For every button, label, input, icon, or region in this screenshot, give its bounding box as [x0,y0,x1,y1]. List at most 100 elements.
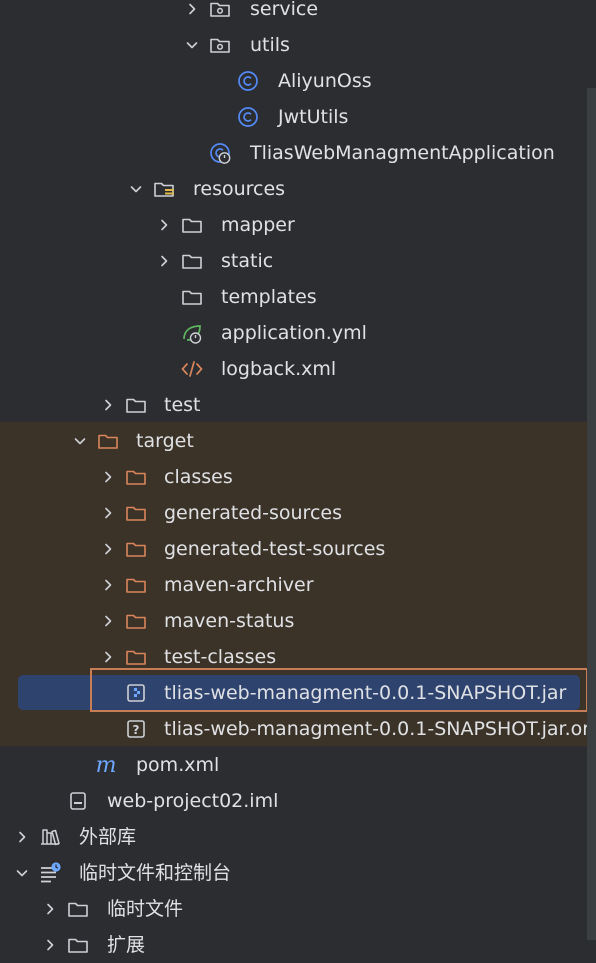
tree-item-label: mapper [221,214,295,236]
chevron-right-icon[interactable] [98,603,118,639]
tree-row-test[interactable]: test [0,387,596,423]
tree-item-label: service [250,0,319,20]
tree-row-utils[interactable]: utils [0,27,596,63]
iml-file-icon [65,783,91,819]
tree-item-label: web-project02.iml [107,790,279,812]
tree-row-generated-sources[interactable]: generated-sources [0,495,596,531]
spring-boot-class-icon [207,135,233,171]
tree-row-cjk-23[interactable]: 外部库 [0,819,596,855]
tree-row-target[interactable]: target [0,423,596,459]
folder-icon [123,387,149,423]
spring-config-icon [179,315,205,351]
chevron-right-icon[interactable] [154,207,174,243]
excluded-folder-icon [95,423,121,459]
svg-text:m: m [96,753,117,778]
tree-row-mapper[interactable]: mapper [0,207,596,243]
tree-item-label: tlias-web-managment-0.0.1-SNAPSHOT.jar [164,682,567,704]
tree-row-templates[interactable]: templates [0,279,596,315]
folder-icon [179,279,205,315]
tree-row-cjk-25[interactable]: 临时文件 [0,891,596,927]
svg-text:?: ? [133,723,140,737]
xml-file-icon [179,351,205,387]
package-folder-icon [207,0,233,27]
chevron-down-icon[interactable] [182,27,202,63]
tree-row-tliaswebmanagmentapplication[interactable]: TliasWebManagmentApplication [0,135,596,171]
tree-row-logback-xml[interactable]: logback.xml [0,351,596,387]
scratches-icon [37,855,63,891]
chevron-right-icon[interactable] [98,459,118,495]
tree-item-label: TliasWebManagmentApplication [250,142,555,164]
tree-item-label: application.yml [221,322,367,344]
tree-item-label: tlias-web-managment-0.0.1-SNAPSHOT.jar.o… [164,718,596,740]
jar-file-icon [123,675,149,711]
chevron-right-icon[interactable] [98,531,118,567]
tree-item-label: pom.xml [136,754,220,776]
folder-icon [65,891,91,927]
chevron-right-icon[interactable] [98,495,118,531]
tree-row-test-classes[interactable]: test-classes [0,639,596,675]
tree-item-label: JwtUtils [278,106,349,128]
tree-item-label: test-classes [164,646,277,668]
tree-item-label: static [221,250,274,272]
tree-row-application-yml[interactable]: application.yml [0,315,596,351]
package-folder-icon [207,27,233,63]
excluded-folder-icon [123,567,149,603]
tree-row-cjk-26[interactable]: 扩展 [0,927,596,963]
resources-folder-icon [151,171,177,207]
chevron-right-icon[interactable] [12,819,32,855]
folder-icon [65,927,91,963]
tree-row-service[interactable]: service [0,0,596,27]
tree-row-generated-test-sources[interactable]: generated-test-sources [0,531,596,567]
folder-icon [179,207,205,243]
tree-row-tlias-web-managment-0-0-1-snapshot-jar-orig[interactable]: ? tlias-web-managment-0.0.1-SNAPSHOT.jar.… [0,711,596,747]
chevron-right-icon[interactable] [98,639,118,675]
tree-item-label: 临时文件和控制台 [79,862,232,884]
vertical-scrollbar[interactable] [587,88,596,940]
java-class-icon [235,63,261,99]
excluded-folder-icon [123,531,149,567]
maven-pom-icon: m [93,747,119,783]
chevron-down-icon[interactable] [126,171,146,207]
tree-item-label: AliyunOss [278,70,372,92]
project-tree[interactable]: service utils AliyunOss JwtUtils TliasWebMan… [0,0,596,956]
tree-item-label: generated-sources [164,502,342,524]
excluded-folder-icon [123,495,149,531]
tree-row-resources[interactable]: resources [0,171,596,207]
tree-row-jwtutils[interactable]: JwtUtils [0,99,596,135]
tree-item-label: logback.xml [221,358,337,380]
tree-item-label: resources [193,178,286,200]
tree-row-static[interactable]: static [0,243,596,279]
tree-item-label: 临时文件 [107,898,184,920]
folder-icon [179,243,205,279]
tree-row-maven-status[interactable]: maven-status [0,603,596,639]
tree-row-maven-archiver[interactable]: maven-archiver [0,567,596,603]
library-icon [37,819,63,855]
chevron-right-icon[interactable] [98,567,118,603]
tree-row-aliyunoss[interactable]: AliyunOss [0,63,596,99]
chevron-right-icon[interactable] [182,0,202,27]
tree-item-label: 外部库 [79,826,137,848]
tree-item-label: test [164,394,201,416]
java-class-icon [235,99,261,135]
excluded-folder-icon [123,459,149,495]
tree-item-label: templates [221,286,317,308]
tree-row-cjk-24[interactable]: 临时文件和控制台 [0,855,596,891]
tree-item-label: 扩展 [107,934,146,956]
tree-item-label: classes [164,466,233,488]
tree-row-pom-xml[interactable]: m pom.xml [0,747,596,783]
tree-item-label: generated-test-sources [164,538,386,560]
tree-item-label: maven-status [164,610,295,632]
excluded-folder-icon [123,603,149,639]
chevron-right-icon[interactable] [40,927,60,963]
chevron-right-icon[interactable] [40,891,60,927]
chevron-down-icon[interactable] [12,855,32,891]
chevron-right-icon[interactable] [154,243,174,279]
tree-item-label: utils [250,34,290,56]
chevron-right-icon[interactable] [98,387,118,423]
unknown-file-icon: ? [123,711,149,747]
chevron-down-icon[interactable] [70,423,90,459]
tree-row-classes[interactable]: classes [0,459,596,495]
tree-row-web-project02-iml[interactable]: web-project02.iml [0,783,596,819]
tree-item-label: target [136,430,194,452]
tree-row-tlias-web-managment-0-0-1-snapshot-jar[interactable]: tlias-web-managment-0.0.1-SNAPSHOT.jar [0,675,596,711]
